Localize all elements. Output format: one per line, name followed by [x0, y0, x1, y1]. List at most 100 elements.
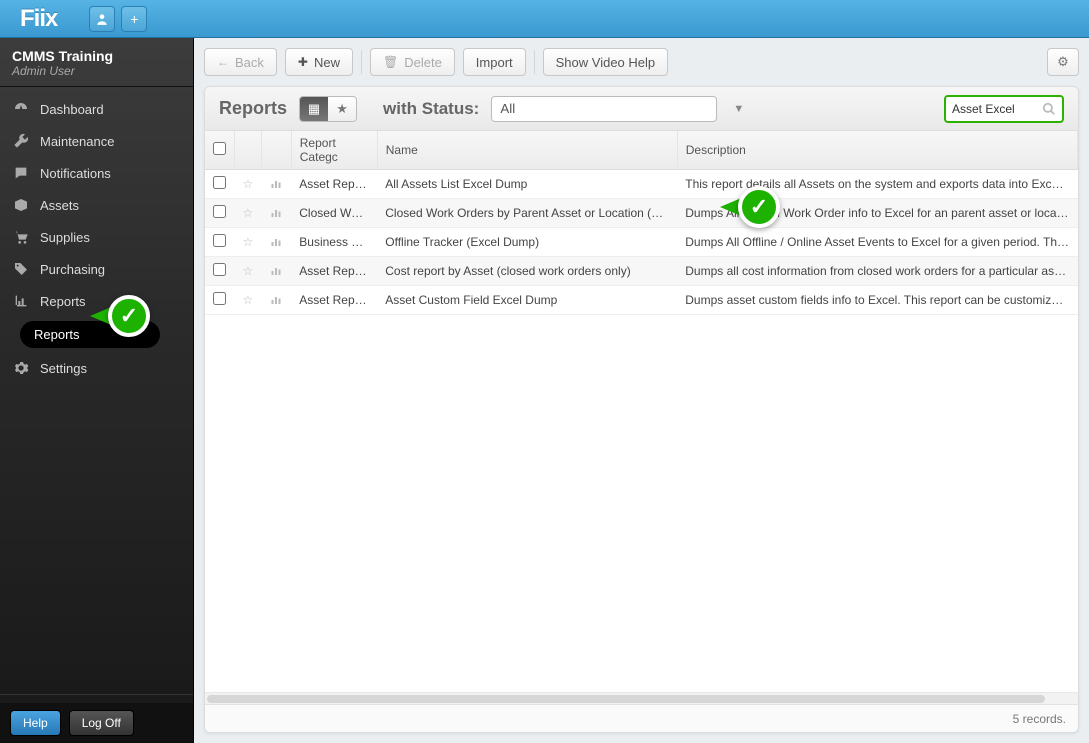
profile-button[interactable] — [89, 6, 115, 32]
row-checkbox[interactable] — [213, 292, 226, 305]
star-icon[interactable]: ☆ — [235, 257, 262, 286]
cell-name: Closed Work Orders by Parent Asset or Lo… — [377, 199, 677, 228]
annotation-check-icon: ✓ — [738, 186, 780, 228]
grid-icon: ▦ — [308, 101, 320, 117]
row-checkbox[interactable] — [213, 176, 226, 189]
filter-dropdown-icon[interactable]: ▼ — [733, 103, 744, 115]
star-icon[interactable]: ☆ — [235, 228, 262, 257]
table-row[interactable]: ☆Asset ReportsAll Assets List Excel Dump… — [205, 170, 1078, 199]
gear-icon: ⚙ — [1057, 54, 1069, 70]
arrow-left-icon: ← — [217, 55, 229, 69]
logoff-button[interactable]: Log Off — [69, 710, 134, 736]
table-scroll[interactable]: Report Categc Name Description ☆Asset Re… — [205, 131, 1078, 692]
header-category[interactable]: Report Categc — [291, 131, 377, 170]
table-row[interactable]: ☆Asset ReportsAsset Custom Field Excel D… — [205, 286, 1078, 315]
sidebar-item-maintenance[interactable]: Maintenance — [0, 125, 193, 157]
row-checkbox[interactable] — [213, 263, 226, 276]
cell-description: This report details all Assets on the sy… — [677, 170, 1077, 199]
sidebar-item-label: Maintenance — [40, 134, 114, 149]
horizontal-scrollbar[interactable] — [205, 692, 1078, 704]
status-label: with Status: — [383, 99, 479, 119]
brand-logo: Fiix — [20, 5, 57, 33]
help-button[interactable]: Help — [10, 710, 61, 736]
select-all-checkbox[interactable] — [213, 142, 226, 155]
reports-table: Report Categc Name Description ☆Asset Re… — [205, 131, 1078, 315]
wrench-icon — [12, 132, 30, 150]
top-bar: Fiix + — [0, 0, 1089, 38]
row-checkbox[interactable] — [213, 205, 226, 218]
cell-description: Dumps All Offline / Online Asset Events … — [677, 228, 1077, 257]
add-button[interactable]: + — [121, 6, 147, 32]
cell-name: Cost report by Asset (closed work orders… — [377, 257, 677, 286]
star-icon[interactable]: ☆ — [235, 170, 262, 199]
chart-icon[interactable] — [261, 286, 291, 315]
sidebar-item-assets[interactable]: Assets — [0, 189, 193, 221]
content-toolbar: ← Back ✚ New 🗑 Delete Import Show Video — [204, 48, 1079, 76]
sidebar-item-notifications[interactable]: Notifications — [0, 157, 193, 189]
cell-name: Asset Custom Field Excel Dump — [377, 286, 677, 315]
tenant-user: Admin User — [12, 64, 181, 78]
divider — [361, 50, 362, 74]
star-icon[interactable]: ☆ — [235, 199, 262, 228]
scrollbar-thumb[interactable] — [207, 695, 1045, 703]
status-select[interactable] — [491, 96, 717, 122]
sidebar-item-label: Notifications — [40, 166, 111, 181]
sidebar-item-settings[interactable]: Settings — [0, 352, 193, 384]
tenant-block: CMMS Training Admin User — [0, 38, 193, 87]
plus-icon: + — [130, 11, 138, 27]
table-row[interactable]: ☆ Asset ReportsCost report by Asset (clos… — [205, 257, 1078, 286]
import-button[interactable]: Import — [463, 48, 526, 76]
sidebar-item-label: Dashboard — [40, 102, 104, 117]
chart-icon[interactable] — [261, 257, 291, 286]
cell-category: Business M… — [291, 228, 377, 257]
user-icon — [95, 12, 109, 26]
chart-icon[interactable] — [261, 228, 291, 257]
delete-button[interactable]: 🗑 Delete — [370, 48, 455, 76]
app-root: Fiix + CMMS Training Admin User Dashboar… — [0, 0, 1089, 743]
chart-icon[interactable] — [261, 170, 291, 199]
sidebar-item-reports[interactable]: Reports — [0, 285, 193, 317]
panel-title: Reports — [219, 98, 287, 119]
new-button[interactable]: ✚ New — [285, 48, 353, 76]
gauge-icon — [12, 100, 30, 118]
sidebar-item-purchasing[interactable]: Purchasing — [0, 253, 193, 285]
cell-category: Asset Reports — [291, 170, 377, 199]
sidebar: CMMS Training Admin User Dashboard Mainte… — [0, 38, 194, 743]
table-row[interactable]: ☆ Business M…Offline Tracker (Excel Dump)… — [205, 228, 1078, 257]
panel-footer: 5 records. — [205, 704, 1078, 732]
cart-icon — [12, 228, 30, 246]
star-icon[interactable]: ☆ — [235, 286, 262, 315]
table-header-row: Report Categc Name Description — [205, 131, 1078, 170]
panel-header: Reports ▦ ★ with Status: ▼ — [205, 87, 1078, 131]
new-icon: ✚ — [298, 55, 308, 69]
view-toggle: ▦ ★ — [299, 96, 357, 122]
back-button[interactable]: ← Back — [204, 48, 277, 76]
sidebar-item-label: Purchasing — [40, 262, 105, 277]
settings-gear-button[interactable]: ⚙ — [1047, 48, 1079, 76]
sidebar-item-label: Supplies — [40, 230, 90, 245]
cell-name: Offline Tracker (Excel Dump) — [377, 228, 677, 257]
header-description[interactable]: Description — [677, 131, 1077, 170]
row-checkbox[interactable] — [213, 234, 226, 247]
tag-icon — [12, 260, 30, 278]
view-fav-toggle[interactable]: ★ — [328, 97, 356, 121]
cell-description: Dumps all cost information from closed w… — [677, 257, 1077, 286]
video-help-button[interactable]: Show Video Help — [543, 48, 669, 76]
sidebar-item-label: Reports — [40, 294, 86, 309]
header-name[interactable]: Name — [377, 131, 677, 170]
search-icon[interactable] — [1042, 102, 1056, 116]
sidebar-item-supplies[interactable]: Supplies — [0, 221, 193, 253]
chart-icon[interactable] — [261, 199, 291, 228]
cell-category: Asset Reports — [291, 257, 377, 286]
sidebar-item-label: Settings — [40, 361, 87, 376]
main-area: CMMS Training Admin User Dashboard Mainte… — [0, 38, 1089, 743]
sidebar-item-dashboard[interactable]: Dashboard — [0, 93, 193, 125]
view-all-toggle[interactable]: ▦ — [300, 97, 328, 121]
gear-icon — [12, 359, 30, 377]
content-area: ← Back ✚ New 🗑 Delete Import Show Video — [194, 38, 1089, 743]
cell-category: Closed Wor… — [291, 199, 377, 228]
search-input[interactable] — [952, 102, 1042, 116]
cell-description: Dumps asset custom fields info to Excel.… — [677, 286, 1077, 315]
table-row[interactable]: ☆ Closed Wor…Closed Work Orders by Parent… — [205, 199, 1078, 228]
record-count: 5 records. — [1013, 712, 1066, 726]
